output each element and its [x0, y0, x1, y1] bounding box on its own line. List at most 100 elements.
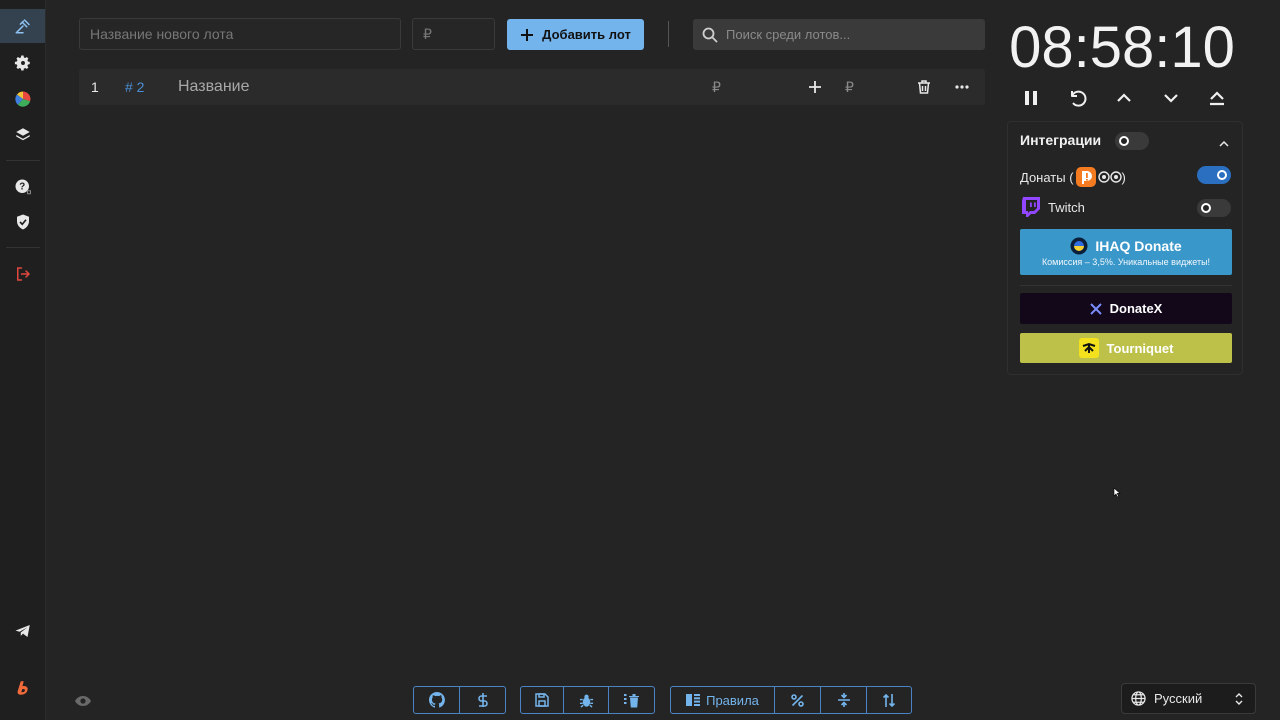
timer-increase-button[interactable]	[1112, 86, 1136, 110]
donations-toggle[interactable]	[1197, 166, 1231, 184]
save-button[interactable]	[521, 687, 564, 713]
chevron-updown-icon	[1235, 692, 1243, 705]
sort-button[interactable]	[867, 687, 911, 713]
tourniquet-name: Tourniquet	[1106, 340, 1174, 356]
lot-add-amount-input[interactable]: ₽	[845, 69, 854, 105]
sidebar-item-wheel[interactable]	[0, 82, 45, 116]
sidebar-divider	[6, 160, 40, 161]
percent-icon	[791, 693, 804, 707]
chevron-up-icon	[1219, 140, 1229, 147]
eye-icon	[75, 696, 91, 706]
gavel-icon	[15, 19, 30, 34]
donations-label-suffix: )	[1121, 169, 1126, 185]
tourniquet-logo-icon	[1078, 338, 1099, 358]
plus-icon	[521, 28, 534, 41]
visibility-toggle-button[interactable]	[74, 694, 92, 712]
lot-name[interactable]: Название	[178, 69, 250, 105]
twitch-icon-wrap	[1020, 196, 1042, 223]
percent-button[interactable]	[775, 687, 821, 713]
new-lot-name-placeholder: Название нового лота	[90, 26, 234, 42]
search-placeholder: Поиск среди лотов...	[726, 27, 851, 42]
integrations-collapse-button[interactable]	[1219, 134, 1229, 152]
ihaq-logo-icon	[1070, 237, 1088, 255]
ihaq-donate-subtitle: Комиссия – 3,5%. Уникальные виджеты!	[1041, 257, 1211, 267]
trash-icon	[918, 80, 930, 94]
chevron-up-icon	[1117, 93, 1131, 102]
timer-display: 08:58:10	[1009, 15, 1235, 80]
sidebar-item-telegram[interactable]	[0, 614, 45, 648]
sidebar-item-auction[interactable]	[0, 9, 45, 43]
twitch-icon	[1022, 197, 1040, 217]
telegram-icon	[15, 625, 30, 637]
donatex-logo-icon	[1089, 302, 1102, 315]
rules-book-icon	[686, 694, 701, 706]
new-lot-amount-placeholder: ₽	[423, 25, 432, 42]
new-lot-amount-input[interactable]: ₽	[412, 18, 495, 50]
donate-button[interactable]	[460, 687, 505, 713]
language-selected: Русский	[1154, 691, 1203, 706]
report-bug-button[interactable]	[564, 687, 609, 713]
boosty-icon	[17, 681, 28, 695]
timer-reset-button[interactable]	[1066, 86, 1090, 110]
integrations-toggle[interactable]	[1115, 132, 1149, 150]
twitch-toggle[interactable]	[1197, 199, 1231, 217]
lot-search-input[interactable]: Поиск среди лотов...	[693, 19, 985, 50]
sidebar-item-layers[interactable]	[0, 118, 45, 152]
sidebar-item-help[interactable]: ?	[0, 170, 45, 204]
sidebar-item-boosty[interactable]	[0, 671, 45, 705]
cursor-arrow-icon	[1113, 487, 1121, 498]
chevron-down-icon	[1164, 94, 1178, 103]
github-button[interactable]	[414, 687, 460, 713]
globe-icon	[1131, 691, 1146, 706]
github-icon	[428, 692, 445, 708]
lot-amount[interactable]: ₽	[712, 69, 721, 105]
donatex-button[interactable]: DonateX	[1020, 293, 1232, 324]
add-lot-label: Добавить лот	[542, 27, 631, 42]
dollar-icon	[477, 693, 488, 707]
collapse-vertical-icon	[837, 693, 850, 707]
ihaq-donate-title-row: IHAQ Donate	[1070, 237, 1182, 255]
rules-button[interactable]: Правила	[671, 687, 775, 713]
toggle-knob	[1217, 170, 1227, 180]
chevron-up-bar-icon	[1210, 91, 1224, 106]
donations-label-prefix: Донаты (	[1020, 169, 1074, 185]
mouse-cursor	[1113, 485, 1121, 503]
timer-decrease-button[interactable]	[1159, 86, 1183, 110]
sidebar-item-settings[interactable]	[0, 46, 45, 80]
sidebar-item-security[interactable]	[0, 205, 45, 239]
bottom-group-view: Правила	[670, 686, 912, 714]
add-lot-button[interactable]: Добавить лот	[507, 19, 644, 50]
integrations-title: Интеграции	[1020, 132, 1102, 148]
tourniquet-button[interactable]: Tourniquet	[1020, 333, 1232, 363]
lot-index: 1	[91, 79, 99, 95]
donatepay-icon	[1097, 171, 1122, 183]
compact-view-button[interactable]	[821, 687, 867, 713]
clear-lots-button[interactable]	[609, 687, 654, 713]
save-icon	[535, 693, 549, 707]
toggle-knob	[1119, 136, 1129, 146]
ihaq-donate-button[interactable]: IHAQ Donate Комиссия – 3,5%. Уникальные …	[1020, 229, 1232, 275]
integrations-panel: Интеграции Донаты ( ) Twitch IHAQ Donate…	[1007, 121, 1243, 375]
lot-more-button[interactable]	[955, 69, 969, 105]
lot-add-amount-button[interactable]	[808, 69, 822, 105]
reset-icon	[1071, 90, 1087, 107]
sidebar: ?	[0, 0, 46, 720]
gear-icon	[14, 55, 30, 71]
new-lot-name-input[interactable]: Название нового лота	[79, 18, 401, 50]
lot-row: 1 # 2 Название ₽ ₽	[79, 69, 985, 105]
sidebar-item-logout[interactable]	[0, 257, 45, 291]
timer-double-button[interactable]	[1205, 86, 1229, 110]
bug-icon	[579, 694, 593, 708]
more-horizontal-icon	[955, 85, 969, 89]
language-select[interactable]: Русский	[1121, 683, 1256, 714]
lot-id: # 2	[125, 79, 145, 95]
svg-text:?: ?	[19, 182, 25, 193]
clear-list-icon	[623, 693, 639, 707]
rules-label: Правила	[706, 692, 759, 708]
toggle-knob	[1201, 203, 1211, 213]
timer-pause-button[interactable]	[1019, 86, 1043, 110]
bottom-group-links	[413, 686, 506, 714]
pause-icon	[1025, 91, 1037, 105]
twitch-label: Twitch	[1048, 200, 1085, 215]
lot-delete-button[interactable]	[916, 69, 932, 105]
